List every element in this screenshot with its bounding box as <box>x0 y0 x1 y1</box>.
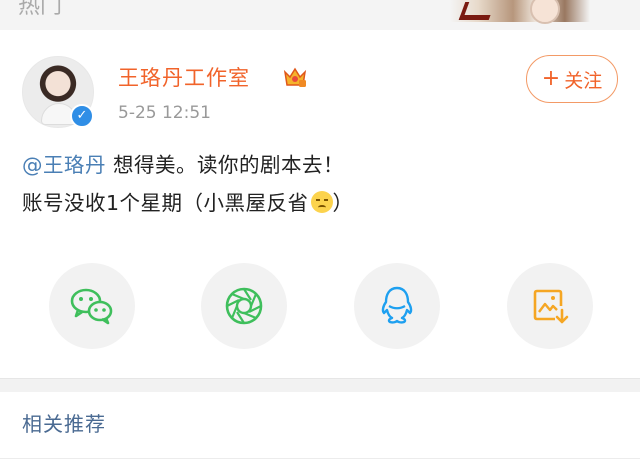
follow-button[interactable]: + 关注 <box>526 55 618 103</box>
save-image-icon <box>533 289 569 324</box>
post-text: @王珞丹 想得美。读你的剧本去！ 账号没收1个星期（小黑屋反省 ） <box>22 146 622 222</box>
post-timestamp: 5-25 12:51 <box>118 103 211 123</box>
top-bar: 热门 <box>0 0 640 30</box>
qq-icon <box>381 286 413 324</box>
share-moments-button[interactable] <box>201 263 287 349</box>
cold-sweat-emoji-icon <box>310 191 333 213</box>
post-line-1: @王珞丹 想得美。读你的剧本去！ <box>22 146 622 184</box>
follow-label: 关注 <box>564 69 603 92</box>
mention-link[interactable]: @王珞丹 <box>22 153 106 177</box>
post-line-1-text: 想得美。读你的剧本去！ <box>106 153 345 177</box>
section-divider <box>0 378 640 392</box>
share-bar <box>0 263 640 349</box>
post-line-2-text: 账号没收1个星期（小黑屋反省 <box>22 191 309 215</box>
hot-tab-label[interactable]: 热门 <box>18 0 62 20</box>
bottom-divider <box>0 458 640 459</box>
banner-image[interactable] <box>450 0 590 26</box>
wechat-icon <box>70 288 113 325</box>
author-name[interactable]: 王珞丹工作室 <box>118 62 250 92</box>
wechat-moments-icon <box>225 287 263 325</box>
share-wechat-button[interactable] <box>49 263 135 349</box>
share-save-image-button[interactable] <box>507 263 593 349</box>
plus-icon: + <box>541 66 561 91</box>
post-line-2-suffix: ） <box>332 191 354 215</box>
share-qq-button[interactable] <box>354 263 440 349</box>
verified-badge-icon: ✓ <box>70 104 94 128</box>
related-recommendations-heading: 相关推荐 <box>22 412 106 436</box>
post-line-2: 账号没收1个星期（小黑屋反省 ） <box>22 184 622 222</box>
vip-crown-icon <box>283 67 307 87</box>
